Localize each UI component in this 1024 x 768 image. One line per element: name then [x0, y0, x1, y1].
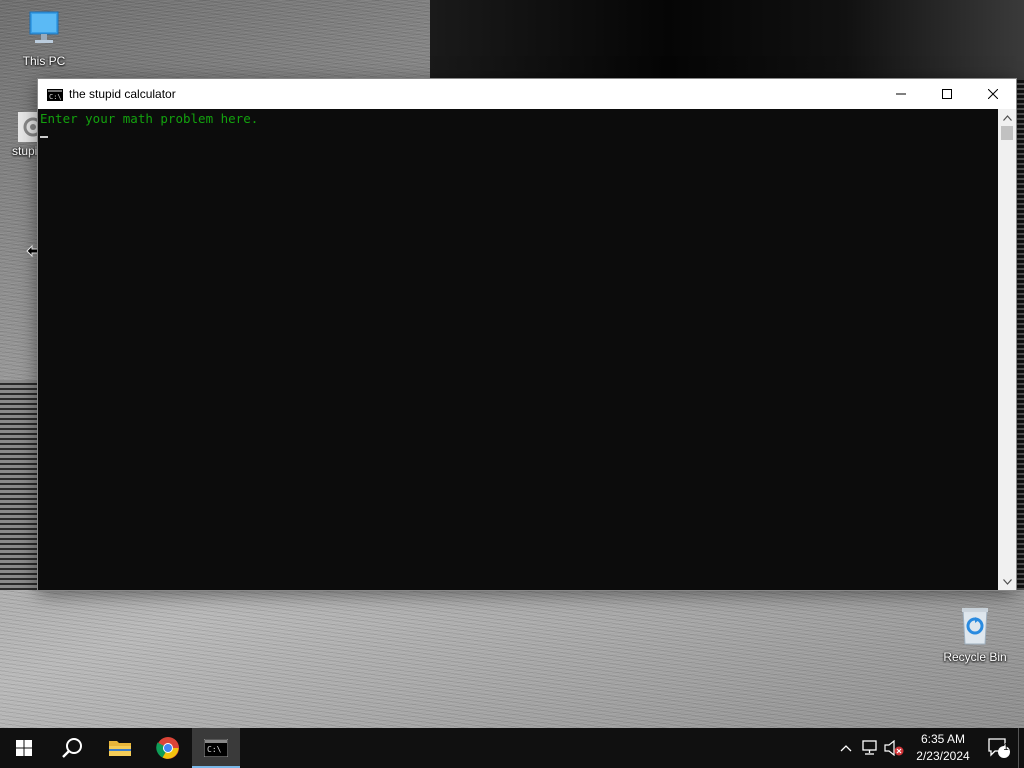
scroll-up-button[interactable]: [998, 109, 1016, 126]
show-desktop-button[interactable]: [1018, 728, 1024, 768]
wallpaper-dark-region: [430, 0, 1024, 80]
start-button[interactable]: [0, 728, 48, 768]
desktop-icon-label: This PC: [22, 54, 66, 68]
system-tray: 6:35 AM 2/23/2024 1: [834, 728, 1024, 768]
network-icon: [862, 740, 877, 755]
search-button[interactable]: [48, 728, 96, 768]
wallpaper-edge: [1016, 80, 1024, 590]
svg-text:C:\: C:\: [49, 93, 62, 101]
folder-icon: [109, 741, 131, 756]
file-explorer-button[interactable]: [96, 728, 144, 768]
console-prompt-text: Enter your math problem here.: [40, 111, 259, 126]
desktop-icon-recycle-bin[interactable]: Recycle Bin: [937, 604, 1013, 664]
taskbar: C:\ 6:35 AM 2/23/2024 1: [0, 728, 1024, 768]
window-titlebar[interactable]: C:\ the stupid calculator: [38, 79, 1016, 109]
wallpaper-edge-left: [0, 380, 38, 590]
vertical-scrollbar[interactable]: [998, 109, 1016, 590]
clock-time: 6:35 AM: [920, 732, 966, 746]
show-hidden-icons-button[interactable]: [834, 728, 858, 768]
notification-count-badge: 1: [1003, 742, 1009, 753]
this-pc-icon: [22, 8, 66, 52]
svg-text:C:\: C:\: [207, 745, 222, 754]
clock-date: 2/23/2024: [916, 749, 970, 763]
recycle-bin-icon: [953, 604, 997, 648]
scroll-thumb[interactable]: [1001, 126, 1013, 140]
text-cursor: [40, 136, 48, 138]
search-icon: [62, 738, 82, 758]
chrome-icon: [156, 737, 179, 759]
scroll-down-button[interactable]: [998, 573, 1016, 590]
windows-start-icon: [16, 740, 32, 756]
console-window[interactable]: C:\ the stupid calculator Enter your mat…: [38, 79, 1016, 590]
console-icon: C:\: [47, 88, 63, 101]
chevron-up-icon: [840, 745, 852, 752]
console-output[interactable]: Enter your math problem here.: [38, 109, 998, 590]
chrome-button[interactable]: [144, 728, 192, 768]
action-center-button[interactable]: 1: [980, 728, 1018, 768]
clock[interactable]: 6:35 AM 2/23/2024: [906, 731, 980, 765]
window-title: the stupid calculator: [69, 87, 176, 101]
console-taskbar-button[interactable]: C:\: [192, 728, 240, 768]
minimize-icon: [896, 93, 906, 95]
maximize-button[interactable]: [924, 79, 970, 109]
volume-muted-icon: [884, 740, 904, 756]
desktop-icon-this-pc[interactable]: This PC: [6, 8, 82, 68]
network-button[interactable]: [858, 728, 882, 768]
window-controls: [878, 79, 1016, 109]
volume-button[interactable]: [882, 728, 906, 768]
maximize-icon: [942, 89, 952, 99]
close-button[interactable]: [970, 79, 1016, 109]
minimize-button[interactable]: [878, 79, 924, 109]
console-icon: C:\: [204, 739, 228, 757]
chevron-up-icon: [1002, 114, 1012, 121]
chevron-down-icon: [1002, 578, 1012, 585]
close-icon: [988, 89, 998, 99]
desktop-icon-label: Recycle Bin: [943, 650, 1007, 664]
